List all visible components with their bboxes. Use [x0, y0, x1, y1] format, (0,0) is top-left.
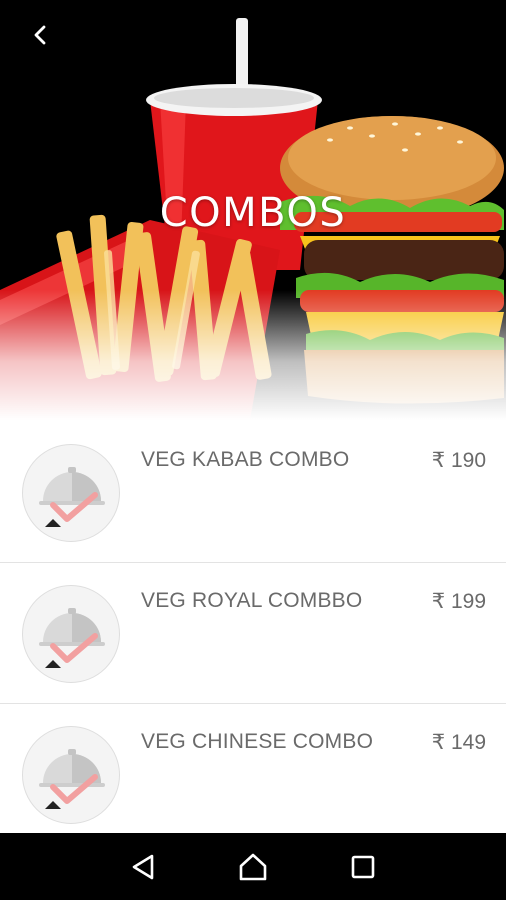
back-button[interactable]	[22, 20, 58, 50]
nav-back-icon	[132, 854, 154, 879]
item-price: ₹ 199	[431, 590, 486, 613]
system-nav-bar	[0, 833, 506, 900]
food-cloche-icon	[22, 726, 120, 824]
item-price: ₹ 149	[431, 731, 486, 754]
nav-back-button[interactable]	[123, 847, 163, 887]
item-price: ₹ 190	[431, 449, 486, 472]
page-title: COMBOS	[159, 190, 347, 236]
nav-recents-button[interactable]	[343, 847, 383, 887]
food-cloche-icon	[22, 444, 120, 542]
item-name: VEG KABAB COMBO	[141, 448, 350, 471]
item-name: VEG ROYAL COMBBO	[141, 589, 363, 612]
list-item[interactable]: VEG CHINESE COMBO ₹ 149	[0, 704, 506, 845]
list-item[interactable]: VEG KABAB COMBO ₹ 190	[0, 422, 506, 563]
nav-home-button[interactable]	[233, 847, 273, 887]
list-item[interactable]: VEG ROYAL COMBBO ₹ 199	[0, 563, 506, 704]
nav-home-icon	[239, 853, 267, 880]
header-banner: COMBOS	[0, 0, 506, 420]
item-name: VEG CHINESE COMBO	[141, 730, 374, 753]
back-arrow-icon	[34, 25, 46, 45]
nav-recents-icon	[351, 855, 375, 878]
combo-list: VEG KABAB COMBO ₹ 190 VEG ROYAL COMBBO ₹…	[0, 422, 506, 845]
food-cloche-icon	[22, 585, 120, 683]
